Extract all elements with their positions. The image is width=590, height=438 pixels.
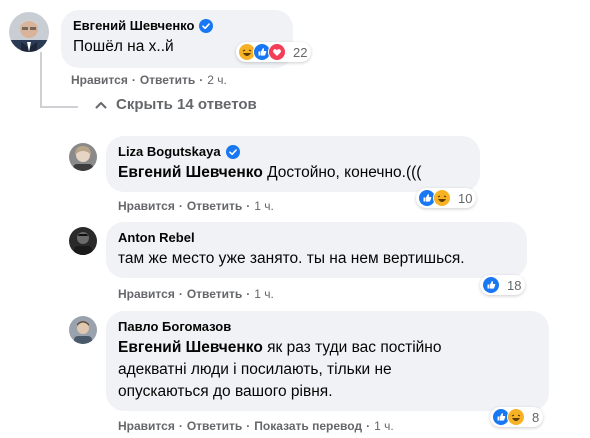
comment-bubble: Anton Rebel там же место уже занято. ты …	[106, 222, 527, 278]
comment-actions: Нравится · Ответить · 2 ч.	[71, 73, 227, 87]
verified-badge-icon	[199, 18, 214, 33]
separator-dot: ·	[178, 199, 183, 213]
reaction-count: 18	[507, 277, 522, 293]
author-name[interactable]: Anton Rebel	[118, 230, 195, 245]
love-icon	[268, 43, 286, 61]
separator-dot: ·	[366, 419, 371, 433]
reaction-count: 10	[458, 190, 473, 206]
verified-badge-icon	[225, 144, 240, 159]
comment-text: Евгений Шевченко Достойно, конечно.(((	[118, 162, 468, 184]
separator-dot: ·	[131, 73, 136, 87]
chevron-up-icon	[94, 98, 108, 112]
reaction-count: 8	[532, 409, 540, 425]
mention-link[interactable]: Евгений Шевченко	[118, 339, 263, 356]
like-button[interactable]: Нравится	[118, 287, 175, 301]
like-button[interactable]: Нравится	[118, 419, 175, 433]
reply-button[interactable]: Ответить	[187, 199, 242, 213]
hide-replies-button[interactable]: Скрыть 14 ответов	[94, 96, 257, 113]
comment-text: там же место уже занято. ты на нем верти…	[118, 250, 465, 267]
timestamp[interactable]: 2 ч.	[207, 73, 227, 87]
author-name[interactable]: Павло Богомазов	[118, 319, 231, 334]
comment-author: Евгений Шевченко	[73, 18, 281, 33]
reaction-count: 22	[293, 44, 308, 60]
avatar[interactable]	[69, 143, 97, 171]
separator-dot: ·	[199, 73, 204, 87]
timestamp[interactable]: 1 ч.	[374, 419, 394, 433]
comment-bubble: Liza Bogutskaya Евгений Шевченко Достойн…	[106, 136, 480, 192]
reply-button[interactable]: Ответить	[187, 419, 242, 433]
separator-dot: ·	[178, 419, 183, 433]
translate-button[interactable]: Показать перевод	[254, 419, 362, 433]
author-name[interactable]: Евгений Шевченко	[73, 18, 194, 33]
comment-body: Достойно, конечно.(((	[267, 164, 422, 181]
separator-dot: ·	[246, 419, 251, 433]
hide-replies-label: Скрыть 14 ответов	[116, 96, 257, 113]
like-button[interactable]: Нравится	[118, 199, 175, 213]
reaction-summary[interactable]: 18	[480, 275, 526, 295]
haha-icon	[433, 189, 451, 207]
timestamp[interactable]: 1 ч.	[254, 287, 274, 301]
like-icon	[482, 276, 500, 294]
like-button[interactable]: Нравится	[71, 73, 128, 87]
thread-line-curve	[40, 106, 78, 108]
separator-dot: ·	[246, 199, 251, 213]
comment-text: Евгений Шевченко як раз туди вас постійн…	[118, 337, 458, 403]
comment-author: Павло Богомазов	[118, 319, 537, 334]
author-name[interactable]: Liza Bogutskaya	[118, 144, 221, 159]
reaction-summary[interactable]: 10	[416, 188, 477, 208]
reaction-summary[interactable]: 8	[490, 407, 544, 427]
timestamp[interactable]: 1 ч.	[254, 199, 274, 213]
mention-link[interactable]: Евгений Шевченко	[118, 164, 263, 181]
separator-dot: ·	[178, 287, 183, 301]
comment-author: Anton Rebel	[118, 230, 515, 245]
avatar[interactable]	[69, 227, 97, 255]
reply-button[interactable]: Ответить	[187, 287, 242, 301]
thread-line	[40, 52, 42, 108]
comment-actions: Нравится · Ответить · 1 ч.	[118, 199, 274, 213]
reply-button[interactable]: Ответить	[140, 73, 195, 87]
reaction-summary[interactable]: 22	[236, 42, 312, 62]
comment-actions: Нравится · Ответить · Показать перевод ·…	[118, 419, 394, 433]
comment-actions: Нравится · Ответить · 1 ч.	[118, 287, 274, 301]
avatar[interactable]	[9, 12, 49, 52]
separator-dot: ·	[246, 287, 251, 301]
comment-author: Liza Bogutskaya	[118, 144, 468, 159]
haha-icon	[507, 408, 525, 426]
comment-bubble: Павло Богомазов Евгений Шевченко як раз …	[106, 311, 549, 411]
avatar[interactable]	[69, 316, 97, 344]
